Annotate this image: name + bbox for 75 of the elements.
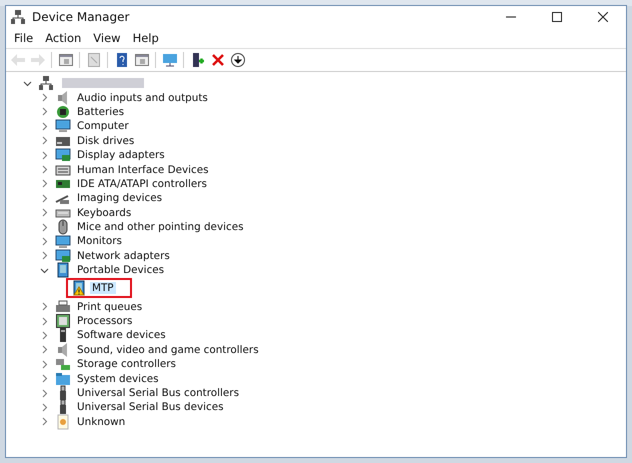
tree-item[interactable]: Unknown: [75, 416, 128, 428]
tree-item[interactable]: Print queues: [75, 300, 144, 313]
tree-item[interactable]: Monitors: [75, 235, 124, 248]
expand-chevron-icon[interactable]: [40, 402, 49, 412]
expand-chevron-icon[interactable]: [40, 194, 49, 203]
tree-item[interactable]: MTP: [90, 282, 116, 294]
tree-item[interactable]: Universal Serial Bus controllers: [75, 387, 241, 399]
tree-item[interactable]: Mice and other pointing devices: [75, 221, 246, 234]
expand-chevron-icon[interactable]: [40, 136, 49, 146]
tree-item[interactable]: Keyboards: [75, 206, 134, 219]
expand-chevron-icon[interactable]: [40, 150, 49, 160]
forward-arrow-icon: [30, 52, 46, 68]
tree-item[interactable]: Disk drives: [75, 134, 136, 147]
menu-item[interactable]: View: [87, 31, 127, 45]
device-icon: [55, 248, 71, 264]
expand-chevron-icon[interactable]: [40, 208, 49, 218]
maximize-icon: [552, 12, 562, 22]
tree-item[interactable]: Display adapters: [75, 149, 167, 162]
expand-chevron-icon[interactable]: [40, 316, 49, 326]
monitor-icon: [162, 52, 178, 68]
menu-item[interactable]: Help: [126, 31, 165, 45]
expand-chevron-icon[interactable]: [40, 122, 49, 131]
tree-item[interactable]: Portable Devices: [75, 264, 166, 276]
app-icon: [10, 9, 26, 25]
tree-item[interactable]: Sound, video and game controllers: [75, 344, 261, 356]
device-icon: [55, 234, 71, 250]
expand-chevron-icon[interactable]: [40, 302, 49, 312]
device-icon: [55, 298, 71, 315]
device-icon: [55, 356, 71, 372]
device-icon: [55, 147, 71, 164]
network-computer-icon: [38, 75, 54, 92]
expand-chevron-icon[interactable]: [40, 251, 49, 260]
menu-item[interactable]: File: [8, 31, 40, 45]
tree-item[interactable]: Batteries: [75, 106, 126, 118]
tree-item[interactable]: Software devices: [75, 329, 168, 342]
window-title: Device Manager: [32, 10, 130, 24]
tree-item[interactable]: Processors: [75, 315, 134, 328]
device-icon: [55, 118, 71, 134]
expand-chevron-icon[interactable]: [40, 330, 49, 340]
toolbar-button[interactable]: [228, 50, 247, 70]
device-icon: [55, 104, 71, 120]
tree-item[interactable]: Computer: [75, 120, 131, 132]
tree-item[interactable]: IDE ATA/ATAPI controllers: [75, 178, 209, 190]
tree-item[interactable]: Audio inputs and outputs: [75, 92, 210, 104]
device-icon: [55, 313, 71, 330]
expand-chevron-icon[interactable]: [40, 360, 49, 369]
expand-chevron-icon[interactable]: [40, 165, 49, 174]
expand-chevron-icon[interactable]: [40, 388, 49, 398]
tree-item[interactable]: Storage controllers: [75, 358, 178, 370]
back-arrow-icon: [10, 52, 26, 68]
tree-item[interactable]: Network adapters: [75, 250, 172, 262]
device-icon: [55, 370, 71, 387]
page-icon: [86, 52, 102, 68]
tree-item[interactable]: Imaging devices: [75, 192, 164, 204]
expand-chevron-icon[interactable]: [40, 107, 49, 116]
tree-item[interactable]: Human Interface Devices: [75, 164, 211, 176]
expand-chevron-icon[interactable]: [40, 236, 49, 246]
panel-icon: [58, 52, 74, 68]
menu-item[interactable]: Action: [39, 31, 88, 45]
collapse-chevron-icon[interactable]: [23, 78, 32, 88]
expand-chevron-icon[interactable]: [40, 417, 49, 426]
device-icon: [55, 414, 71, 430]
panel-icon: [134, 52, 150, 68]
expand-chevron-icon[interactable]: [40, 179, 49, 188]
close-icon: [598, 12, 608, 22]
tree-item[interactable]: System devices: [75, 372, 161, 385]
collapse-chevron-icon[interactable]: [40, 266, 49, 275]
expand-chevron-icon[interactable]: [40, 93, 49, 102]
minimize-icon: [506, 16, 516, 18]
expand-chevron-icon[interactable]: [40, 345, 49, 354]
delete-icon: [210, 52, 226, 68]
tree-item[interactable]: Universal Serial Bus devices: [75, 401, 226, 414]
expand-chevron-icon[interactable]: [40, 374, 49, 384]
device-icon: [55, 262, 71, 278]
expand-chevron-icon[interactable]: [40, 222, 49, 232]
